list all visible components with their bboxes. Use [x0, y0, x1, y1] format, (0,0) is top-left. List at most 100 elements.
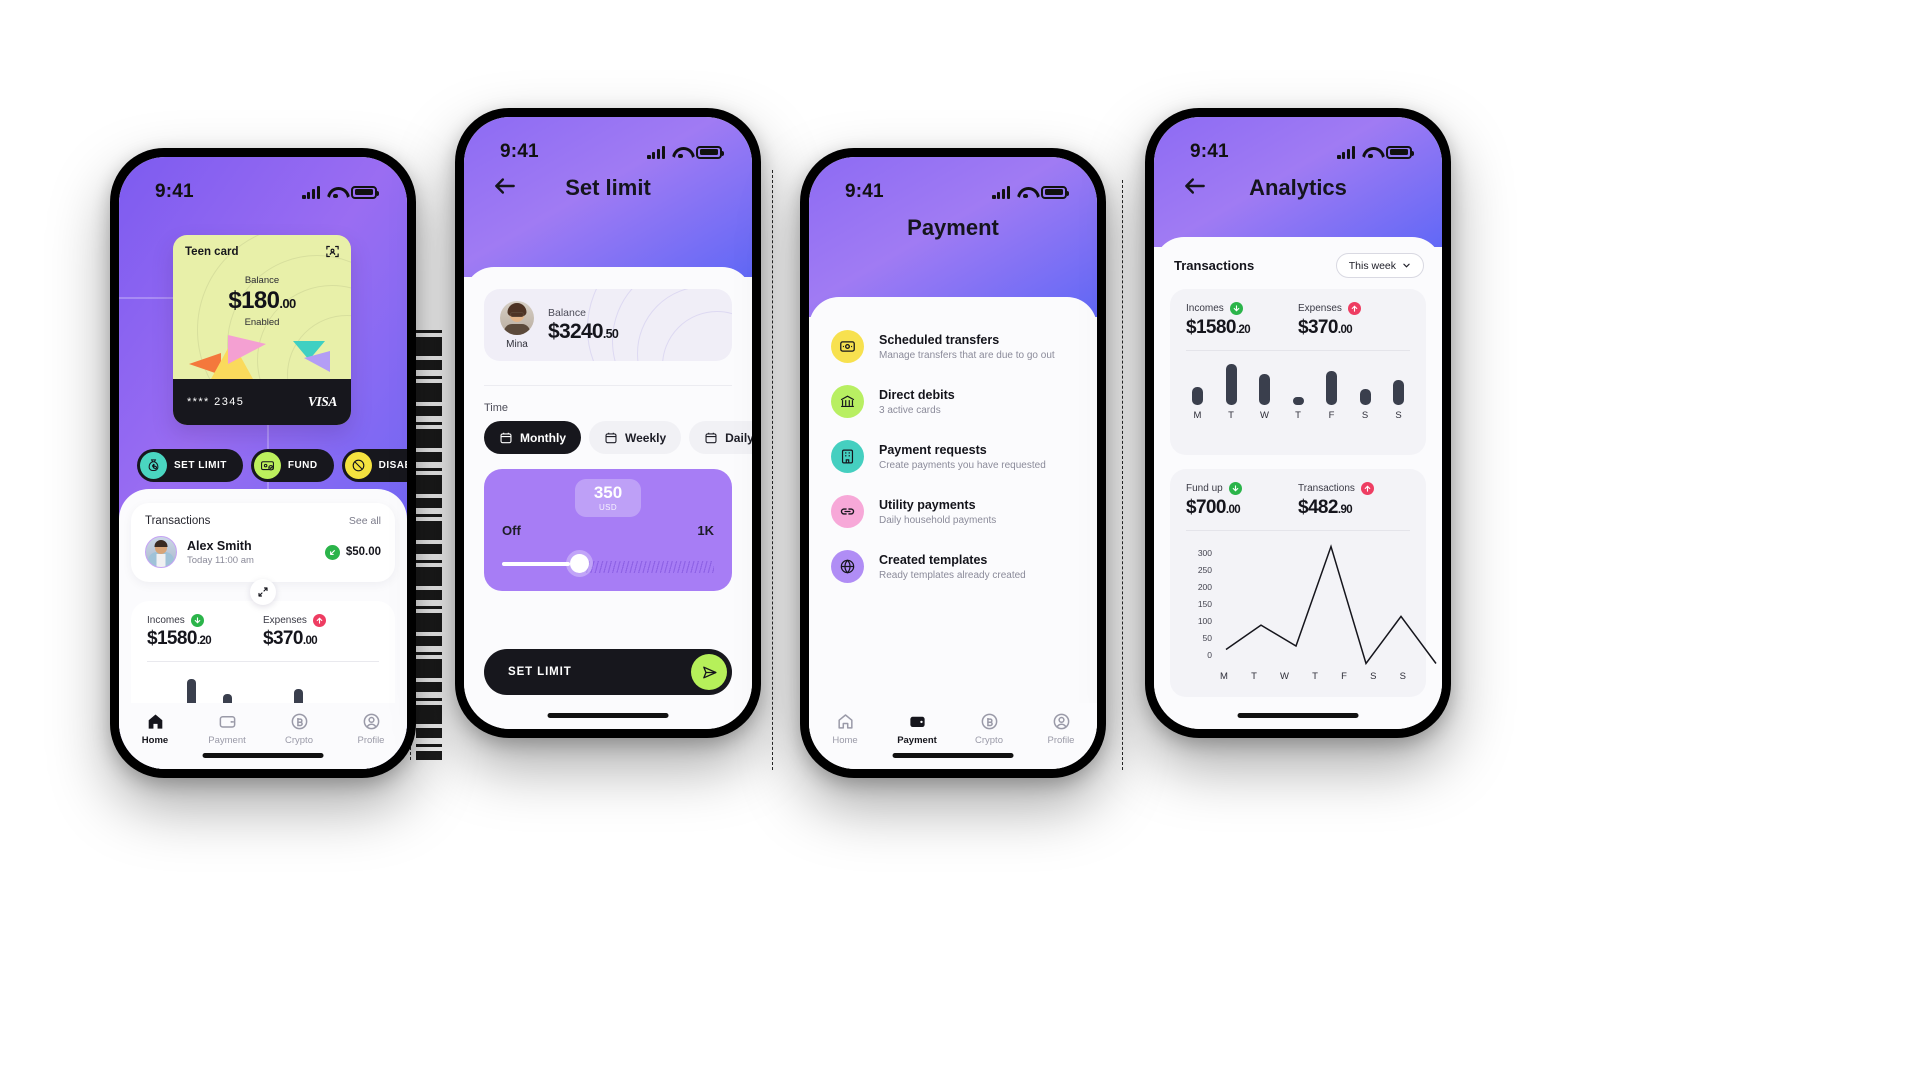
- artifact-divider-3: [1122, 180, 1123, 770]
- status-time: 9:41: [500, 141, 539, 162]
- list-item-subtitle: Manage transfers that are due to go out: [879, 349, 1055, 361]
- bar-column: M: [1192, 387, 1203, 421]
- scan-face-icon[interactable]: [325, 244, 340, 259]
- tab-home[interactable]: Home: [119, 712, 191, 746]
- list-item[interactable]: Utility payments Daily household payment…: [831, 484, 1075, 539]
- slider-knob[interactable]: [569, 554, 589, 573]
- card-action-row: SET LIMIT FUND DISA: [137, 449, 407, 482]
- payment-sheet: Scheduled transfers Manage transfers tha…: [809, 297, 1097, 769]
- fund-button[interactable]: FUND: [250, 449, 334, 482]
- bar-incomes-block: Incomes $1580.20: [1186, 302, 1298, 339]
- range-selector[interactable]: This week: [1335, 253, 1424, 278]
- bar-label: T: [1228, 410, 1234, 421]
- status-bar: 9:41: [464, 117, 752, 171]
- visa-logo: VISA: [307, 394, 338, 409]
- balance-label: Balance: [548, 306, 586, 319]
- y-tick: 250: [1197, 565, 1212, 576]
- link-icon: [831, 495, 864, 528]
- artifact-divider-2: [772, 170, 773, 770]
- tab-profile[interactable]: Profile: [335, 712, 407, 746]
- arrow-down-circle-icon: [1229, 302, 1243, 315]
- set-limit-cta-button[interactable]: SET LIMIT: [484, 649, 732, 695]
- incomes-value-row: $1580.20: [147, 628, 263, 650]
- list-item[interactable]: Scheduled transfers Manage transfers tha…: [831, 319, 1075, 374]
- card-number: **** 2345: [187, 396, 245, 408]
- building-icon: [831, 440, 864, 473]
- bar-column: T: [1225, 364, 1237, 421]
- tab-payment[interactable]: Payment: [881, 712, 953, 746]
- segment-weekly[interactable]: Weekly: [589, 421, 682, 454]
- home-indicator: [1237, 712, 1359, 718]
- triangle-purple: [304, 351, 330, 372]
- bar-label: S: [1395, 410, 1402, 421]
- analytics-line-chart: 0 50 100 150 200 250 300 M T W T F S S: [1186, 543, 1410, 693]
- bar-column: S: [1393, 379, 1404, 421]
- fund-up-block: Fund up $700.00: [1186, 482, 1298, 519]
- list-item[interactable]: Direct debits 3 active cards: [831, 374, 1075, 429]
- home-icon: [837, 714, 853, 729]
- card-balance-label: Balance: [244, 275, 280, 286]
- disable-button[interactable]: DISABLE: [341, 449, 407, 482]
- expand-arrows-icon[interactable]: [250, 579, 276, 605]
- list-item[interactable]: Created templates Ready templates alread…: [831, 539, 1075, 594]
- limit-slider[interactable]: [502, 554, 714, 573]
- card-bottom-strip: **** 2345 VISA: [173, 379, 351, 425]
- safe-box-icon: [831, 330, 864, 363]
- send-icon[interactable]: [691, 654, 727, 690]
- bar-column: F: [1326, 370, 1337, 421]
- chevron-down-icon: [1403, 263, 1410, 268]
- bar: [1225, 364, 1237, 405]
- tab-crypto-label: Crypto: [285, 735, 313, 746]
- payment-options-list: Scheduled transfers Manage transfers tha…: [809, 319, 1097, 594]
- card-balance-main: $180: [228, 287, 280, 314]
- balance-card: Mina Balance $3240.50: [484, 289, 732, 361]
- balance-wave-decoration: [587, 289, 732, 361]
- bar-label: M: [1193, 410, 1202, 421]
- tab-crypto[interactable]: Crypto: [263, 712, 335, 746]
- list-item-text: Payment requests Create payments you hav…: [879, 443, 1046, 471]
- avatar-name: Mina: [506, 338, 528, 350]
- tab-payment[interactable]: Payment: [191, 712, 263, 746]
- wifi-icon: [327, 186, 344, 199]
- list-item[interactable]: Payment requests Create payments you hav…: [831, 429, 1075, 484]
- set-limit-screen: 9:41 Set limit Mina Balance $3240.50 Tim…: [464, 117, 752, 729]
- transactions-total-value: $482: [1298, 497, 1338, 518]
- teen-card[interactable]: Teen card Balance $180.00 Enabled **** 2…: [173, 235, 351, 425]
- x-tick: S: [1399, 671, 1406, 682]
- x-tick: S: [1370, 671, 1377, 682]
- home-indicator: [547, 712, 669, 718]
- section-title: Transactions: [1174, 258, 1255, 273]
- set-limit-sheet: Mina Balance $3240.50 Time Monthly Weekl…: [464, 267, 752, 729]
- list-item-text: Scheduled transfers Manage transfers tha…: [879, 333, 1055, 361]
- divider: [1186, 350, 1410, 351]
- avatar-mina: Mina: [500, 300, 534, 350]
- segment-monthly[interactable]: Monthly: [484, 421, 581, 454]
- transactions-card: Transactions See all Alex Smith Today 11…: [131, 503, 395, 605]
- limit-currency: USD: [598, 503, 618, 512]
- list-item-title: Utility payments: [879, 497, 976, 512]
- arrow-in-icon: [324, 544, 340, 560]
- balance-info: Balance $3240.50: [548, 306, 619, 344]
- list-item-subtitle: 3 active cards: [879, 404, 941, 416]
- transactions-total-value-row: $482.90: [1298, 497, 1410, 519]
- home-indicator: [892, 752, 1014, 758]
- tab-profile[interactable]: Profile: [1025, 712, 1097, 746]
- tab-home[interactable]: Home: [809, 712, 881, 746]
- divider: [147, 661, 379, 662]
- transaction-info: Alex Smith Today 11:00 am: [187, 539, 254, 566]
- line-stats-row: Fund up $700.00 Transactions $482.90: [1186, 482, 1410, 519]
- analytics-sheet: Transactions This week Incomes $1580.20 …: [1154, 237, 1442, 729]
- divider: [1186, 530, 1410, 531]
- screenshot-canvas: 9:41 Teen card Balance $180.00 Enabled *…: [0, 0, 1920, 1080]
- card-balance-cents: .00: [279, 296, 296, 311]
- tab-crypto-label: Crypto: [975, 735, 1003, 746]
- tab-crypto[interactable]: Crypto: [953, 712, 1025, 746]
- transactions-total-cents: .90: [1337, 504, 1353, 516]
- transaction-row[interactable]: Alex Smith Today 11:00 am $50.00: [145, 536, 381, 568]
- bar-label: S: [1361, 410, 1369, 421]
- limit-value: 350: [593, 483, 623, 502]
- wallet-icon: [909, 716, 925, 728]
- segment-daily[interactable]: Daily: [689, 421, 752, 454]
- set-limit-button[interactable]: SET LIMIT: [137, 449, 243, 482]
- see-all-link[interactable]: See all: [349, 515, 381, 527]
